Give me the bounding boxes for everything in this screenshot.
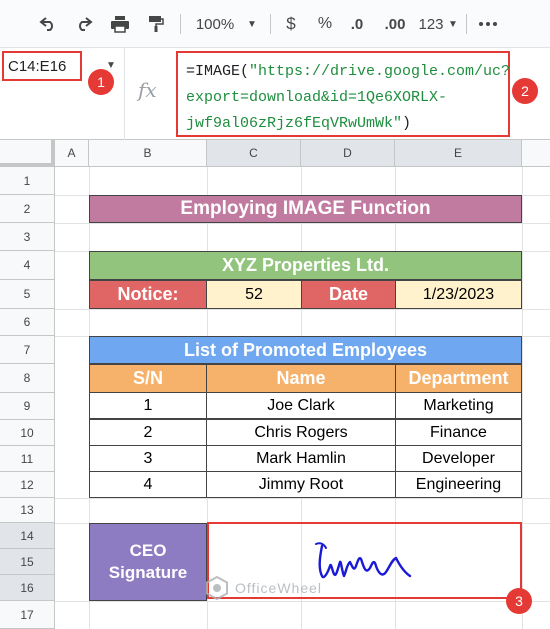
grid-line — [522, 167, 523, 629]
notice-label-cell[interactable]: Notice: — [89, 280, 207, 309]
row-header-10[interactable]: 10 — [0, 420, 55, 446]
formula-suffix: ) — [402, 115, 412, 132]
column-header-e[interactable]: E — [395, 140, 522, 167]
table-cell-name[interactable]: Chris Rogers — [206, 419, 396, 446]
fx-icon: fx — [138, 78, 157, 102]
watermark-logo-icon — [205, 575, 229, 601]
grid-line — [55, 309, 550, 310]
row-header-13[interactable]: 13 — [0, 498, 55, 523]
more-formats-dropdown-icon[interactable]: ▼ — [446, 10, 460, 38]
column-header-b[interactable]: B — [89, 140, 207, 167]
date-value-cell[interactable]: 1/23/2023 — [395, 280, 522, 309]
decrease-decimal-label: .0 — [350, 15, 364, 33]
table-cell-sn[interactable]: 4 — [89, 471, 207, 498]
row-header-1[interactable]: 1 — [0, 167, 55, 195]
row-header-4[interactable]: 4 — [0, 251, 55, 280]
table-cell-department[interactable]: Engineering — [395, 471, 522, 498]
row-header-14[interactable]: 14 — [0, 523, 55, 549]
table-cell-name[interactable]: Mark Hamlin — [206, 445, 396, 472]
print-icon[interactable] — [106, 10, 134, 38]
grid-line — [55, 223, 550, 224]
name-box-dropdown-icon[interactable]: ▼ — [106, 60, 116, 71]
row-header-2[interactable]: 2 — [0, 195, 55, 223]
formula-prefix: =IMAGE( — [186, 63, 250, 80]
company-name-cell[interactable]: XYZ Properties Ltd. — [89, 251, 522, 280]
row-header-17[interactable]: 17 — [0, 601, 55, 629]
column-header-c[interactable]: C — [207, 140, 301, 167]
grid-line — [55, 601, 550, 602]
watermark-text: OfficeWheel — [235, 580, 322, 596]
table-cell-name[interactable]: Jimmy Root — [206, 471, 396, 498]
paint-format-icon[interactable] — [142, 10, 170, 38]
header-department[interactable]: Department — [395, 364, 522, 393]
row-header-8[interactable]: 8 — [0, 364, 55, 393]
row-header-16[interactable]: 16 — [0, 575, 55, 601]
increase-decimal-label: .00 — [384, 15, 406, 33]
column-header-a[interactable]: A — [55, 140, 89, 167]
zoom-select[interactable]: 100% — [192, 10, 238, 38]
table-cell-department[interactable]: Developer — [395, 445, 522, 472]
row-header-5[interactable]: 5 — [0, 280, 55, 309]
formula-bar-divider — [124, 48, 125, 140]
more-options-icon[interactable] — [476, 10, 500, 38]
sheet-title[interactable]: Employing IMAGE Function — [89, 195, 522, 223]
ceo-label-line2: Signature — [108, 563, 188, 582]
ceo-signature-label[interactable]: CEO Signature — [89, 523, 207, 601]
header-name[interactable]: Name — [206, 364, 396, 393]
date-label-cell[interactable]: Date — [301, 280, 396, 309]
callout-badge-3: 3 — [506, 588, 532, 614]
row-header-15[interactable]: 15 — [0, 549, 55, 575]
toolbar-divider — [270, 14, 271, 34]
formula-bar: C14:E16 ▼ fx =IMAGE("https://drive.googl… — [0, 48, 550, 140]
table-cell-sn[interactable]: 1 — [89, 392, 207, 419]
undo-icon[interactable] — [34, 10, 62, 38]
select-all-corner[interactable] — [0, 140, 55, 167]
row-header-12[interactable]: 12 — [0, 472, 55, 498]
table-cell-sn[interactable]: 2 — [89, 419, 207, 446]
redo-icon[interactable] — [70, 10, 98, 38]
percent-format-button[interactable]: % — [314, 10, 336, 38]
table-cell-sn[interactable]: 3 — [89, 445, 207, 472]
callout-badge-1: 1 — [88, 69, 114, 95]
toolbar-divider — [180, 14, 181, 34]
table-cell-department[interactable]: Marketing — [395, 392, 522, 419]
ceo-label-line1: CEO — [129, 541, 167, 560]
row-header-7[interactable]: 7 — [0, 336, 55, 364]
increase-decimal-button[interactable]: .00 — [378, 10, 412, 38]
row-header-3[interactable]: 3 — [0, 223, 55, 251]
grid-line — [55, 498, 550, 499]
more-formats-button[interactable]: 123 — [416, 10, 446, 38]
column-header-d[interactable]: D — [301, 140, 395, 167]
toolbar-divider — [466, 14, 467, 34]
zoom-dropdown-icon[interactable]: ▼ — [244, 10, 260, 38]
callout-badge-2: 2 — [512, 78, 538, 104]
name-box[interactable]: C14:E16 — [2, 51, 82, 81]
toolbar: 100% ▼ $ % .0 .00 123 ▼ — [0, 0, 550, 48]
notice-value-cell[interactable]: 52 — [206, 280, 302, 309]
formula-input[interactable]: =IMAGE("https://drive.google.com/uc?expo… — [176, 51, 510, 137]
decrease-decimal-button[interactable]: .0 — [344, 10, 370, 38]
table-cell-name[interactable]: Joe Clark — [206, 392, 396, 419]
row-header-9[interactable]: 9 — [0, 393, 55, 420]
header-sn[interactable]: S/N — [89, 364, 207, 393]
row-header-11[interactable]: 11 — [0, 446, 55, 472]
column-header-f[interactable] — [522, 140, 550, 167]
currency-format-button[interactable]: $ — [280, 10, 302, 38]
employee-list-title[interactable]: List of Promoted Employees — [89, 336, 522, 364]
watermark: OfficeWheel — [205, 575, 322, 601]
table-cell-department[interactable]: Finance — [395, 419, 522, 446]
row-header-6[interactable]: 6 — [0, 309, 55, 336]
